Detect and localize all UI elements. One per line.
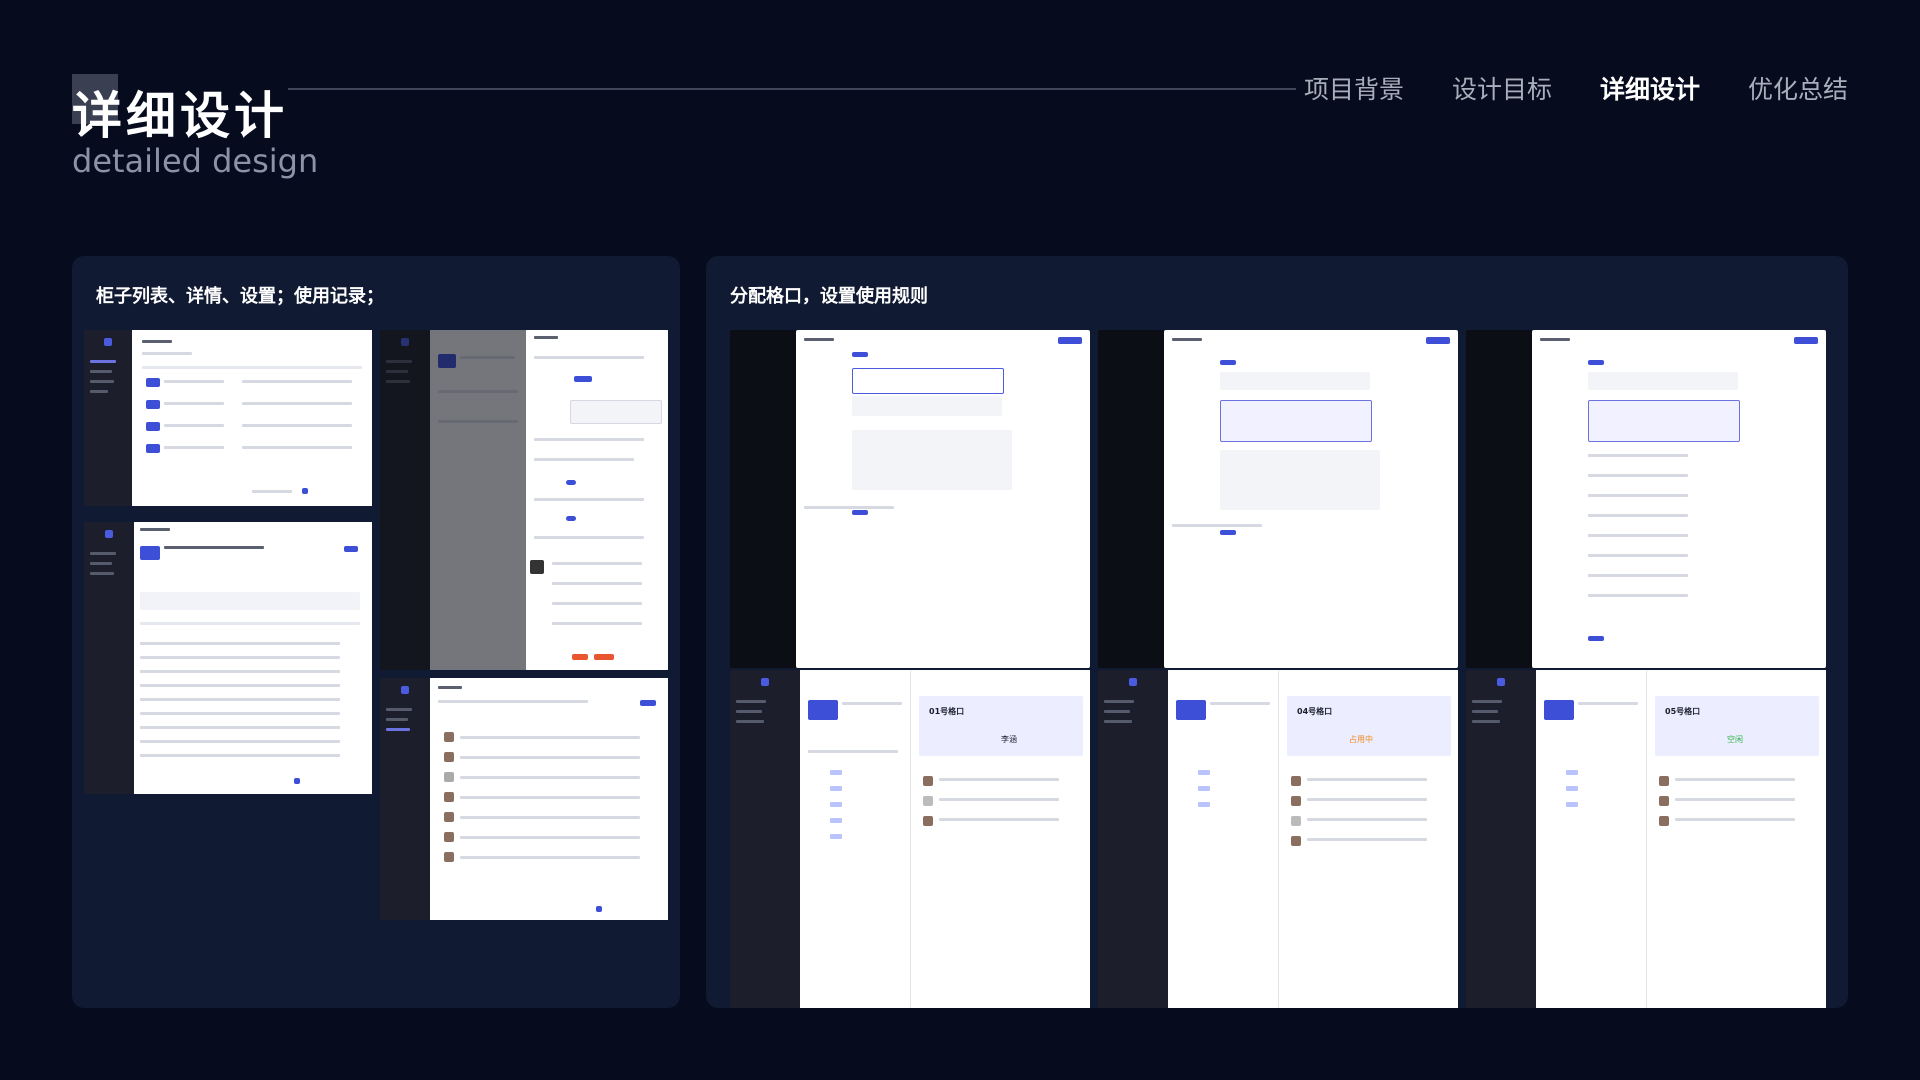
- screenshot-slot-detail-2: 04号格口 占用中: [1098, 670, 1458, 1008]
- nav-item-summary[interactable]: 优化总结: [1748, 70, 1848, 106]
- status-occupied: 占用中: [1349, 735, 1373, 744]
- slot-label-05: 05号格口: [1665, 707, 1701, 716]
- assignee-name: 李涵: [1001, 735, 1017, 744]
- page-subtitle: detailed design: [72, 142, 319, 180]
- header-divider: [288, 88, 1296, 90]
- nav-item-background[interactable]: 项目背景: [1304, 70, 1404, 106]
- panel-title-right: 分配格口，设置使用规则: [730, 286, 928, 307]
- status-free: 空闲: [1727, 735, 1743, 744]
- panel-cabinet-list: 柜子列表、详情、设置；使用记录；: [72, 256, 680, 1008]
- slot-label-01: 01号格口: [929, 707, 965, 716]
- screenshot-usage-records: [380, 678, 668, 920]
- panel-slot-assignment: 分配格口，设置使用规则 01号格口 李涵 04号格口 占用中 05号格口 空闲: [706, 256, 1848, 1008]
- screenshot-cabinet-settings: [380, 330, 668, 670]
- screenshot-assign-slot-3: [1466, 330, 1826, 668]
- panel-title-left: 柜子列表、详情、设置；使用记录；: [96, 286, 384, 307]
- screenshot-cabinet-list: [84, 330, 372, 506]
- slot-label-04: 04号格口: [1297, 707, 1333, 716]
- screenshot-slot-detail-3: 05号格口 空闲: [1466, 670, 1826, 1008]
- screenshot-slot-detail-1: 01号格口 李涵: [730, 670, 1090, 1008]
- section-nav: 项目背景 设计目标 详细设计 优化总结: [1304, 70, 1848, 106]
- nav-item-goals[interactable]: 设计目标: [1452, 70, 1552, 106]
- screenshot-assign-slot-2: [1098, 330, 1458, 668]
- nav-item-detailed-design[interactable]: 详细设计: [1600, 70, 1700, 106]
- screenshot-assign-slot-1: [730, 330, 1090, 668]
- page-title: 详细设计: [72, 87, 288, 145]
- screenshot-cabinet-detail: [84, 522, 372, 794]
